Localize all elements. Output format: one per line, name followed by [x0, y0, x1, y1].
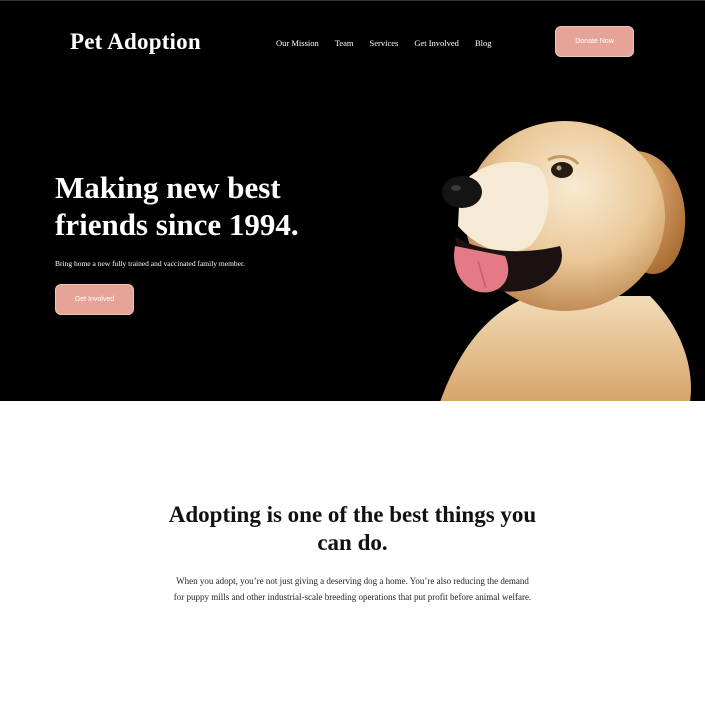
section-body: When you adopt, you’re not just giving a… — [173, 576, 532, 602]
golden-retriever-image — [440, 121, 691, 402]
site-logo[interactable]: Pet Adoption — [70, 29, 201, 55]
nav-team[interactable]: Team — [335, 38, 354, 48]
main-nav: Our Mission Team Services Get Involved B… — [276, 38, 507, 48]
nav-our-mission[interactable]: Our Mission — [276, 38, 319, 48]
hero-subline: Bring home a new fully trained and vacci… — [55, 259, 245, 268]
get-involved-button[interactable]: Get Involved — [55, 284, 134, 315]
nav-get-involved[interactable]: Get Involved — [414, 38, 459, 48]
hero-headline: Making new best friends since 1994. — [55, 170, 299, 242]
nav-blog[interactable]: Blog — [475, 38, 492, 48]
nav-services[interactable]: Services — [370, 38, 399, 48]
hero-section: Pet Adoption Our Mission Team Services G… — [0, 0, 705, 402]
about-section: Adopting is one of the best things you c… — [0, 401, 705, 707]
donate-button[interactable]: Donate Now — [555, 26, 634, 57]
section-title: Adopting is one of the best things you c… — [168, 502, 537, 555]
